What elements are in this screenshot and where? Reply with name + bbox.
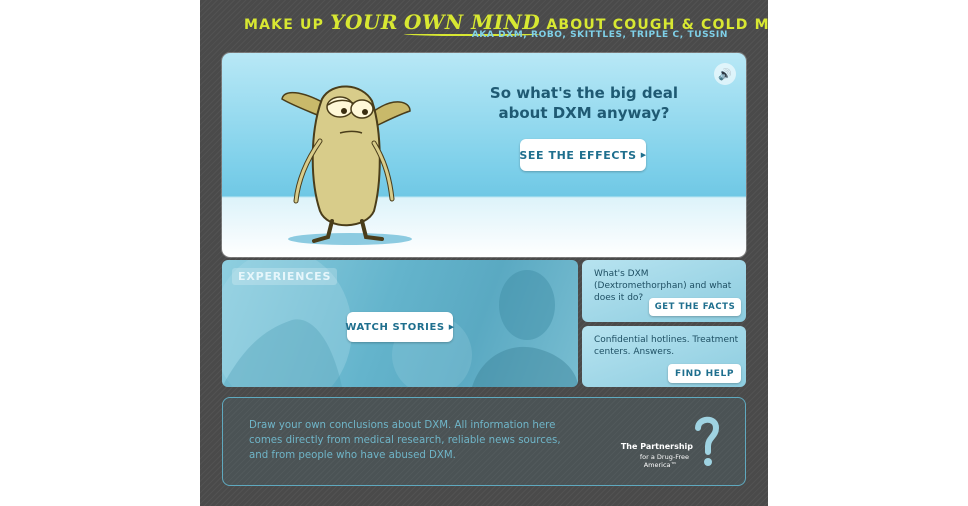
hero-panel: So what's the big deal about DXM anyway?…	[222, 53, 746, 257]
aka-subtitle: AKA DXM, ROBO, SKITTLES, TRIPLE C, TUSSI…	[471, 30, 728, 40]
see-effects-label: SEE THE EFFECTS	[519, 148, 637, 162]
page-frame: MAKE UP YOUR OWN MIND ABOUT COUGH & COLD…	[200, 0, 768, 506]
facts-panel: What's DXM (Dextromethorphan) and what d…	[582, 260, 746, 322]
logo-line-1: The Partnership	[620, 442, 693, 451]
partnership-logo[interactable]: The Partnership for a Drug-Free America™	[599, 414, 719, 474]
logo-line-3: America™	[643, 461, 677, 469]
footer-panel: Draw your own conclusions about DXM. All…	[222, 397, 746, 486]
play-arrow-icon: ▶	[448, 323, 455, 331]
watch-stories-button[interactable]: WATCH STORIES ▶	[345, 312, 455, 342]
watch-stories-label: WATCH STORIES	[345, 321, 445, 333]
question-mark-logo-icon	[695, 416, 719, 466]
experiences-label: EXPERIENCES	[232, 268, 338, 285]
speaker-icon[interactable]: 🔊	[714, 63, 736, 85]
find-help-button[interactable]: FIND HELP	[668, 364, 741, 383]
hero-question: So what's the big deal about DXM anyway?	[489, 84, 679, 122]
help-panel: Confidential hotlines. Treatment centers…	[582, 326, 746, 387]
play-arrow-icon: ▶	[640, 151, 647, 159]
tagline-your: YOUR	[330, 10, 398, 34]
see-effects-button[interactable]: SEE THE EFFECTS ▶	[519, 139, 647, 171]
tagline-pre: MAKE UP	[244, 17, 325, 33]
dxm-creature-illustration	[281, 85, 412, 245]
footer-text: Draw your own conclusions about DXM. All…	[249, 420, 561, 461]
experiences-panel[interactable]: EXPERIENCES WATCH STORIES ▶	[222, 260, 578, 387]
get-the-facts-button[interactable]: GET THE FACTS	[649, 298, 741, 316]
logo-line-2: for a Drug-Free	[639, 453, 689, 461]
help-text: Confidential hotlines. Treatment centers…	[594, 335, 739, 357]
